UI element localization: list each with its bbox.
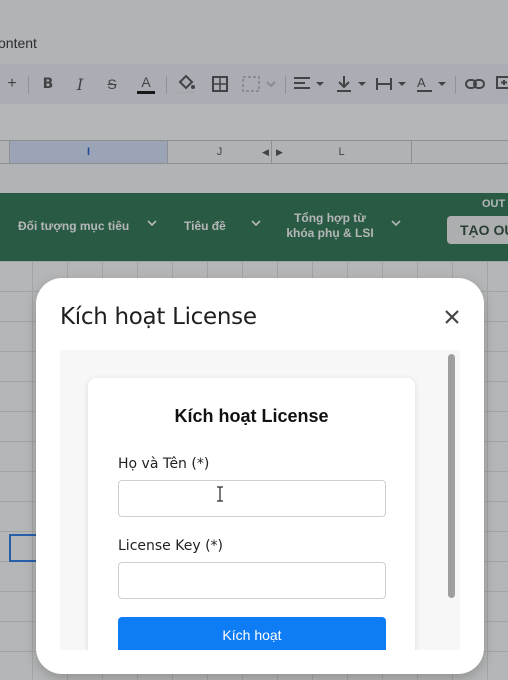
dialog-content-frame: Kích hoạt License Họ và Tên (*) License … [60,350,460,650]
text-cursor-icon [216,486,224,502]
form-heading: Kích hoạt License [174,406,329,426]
dialog-scrollbar[interactable] [448,354,455,598]
dialog-title: Kích hoạt License [60,304,257,330]
name-input[interactable] [118,480,386,517]
close-icon[interactable] [438,303,466,331]
license-key-label: License Key (*) [118,538,223,554]
license-dialog: Kích hoạt License Kích hoạt License Họ v… [36,278,484,674]
license-form-card: Kích hoạt License Họ và Tên (*) License … [88,378,415,650]
name-label: Họ và Tên (*) [118,456,210,472]
activate-button[interactable]: Kích hoạt [118,617,386,650]
license-key-input[interactable] [118,562,386,599]
